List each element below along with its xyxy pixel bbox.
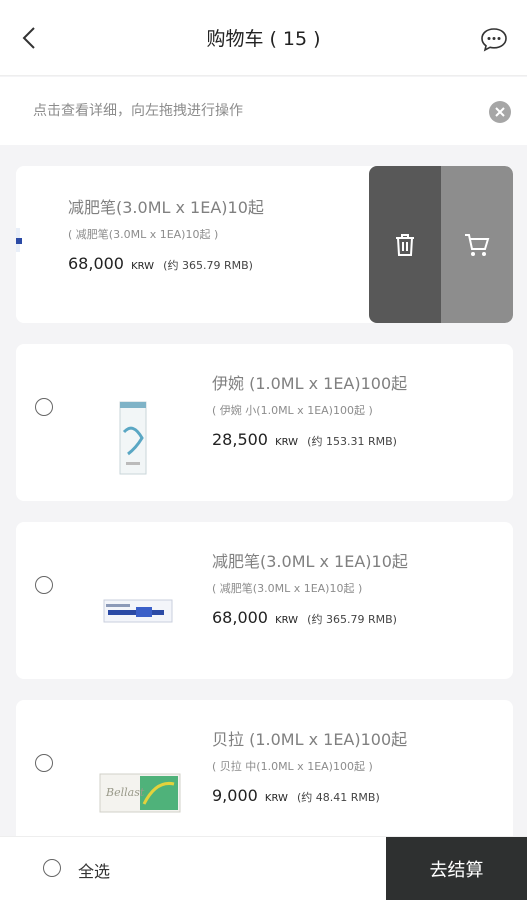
- product-image[interactable]: [78, 540, 188, 658]
- price-amount: 28,500: [212, 430, 268, 449]
- price-currency: KRW: [264, 793, 288, 804]
- footer-bar: 全选 去结算: [0, 836, 527, 900]
- product-name: 贝拉 (1.0ML x 1EA)100起: [212, 730, 408, 749]
- price-rmb: (约 48.41 RMB): [297, 791, 380, 804]
- close-icon[interactable]: [489, 101, 511, 123]
- add-to-cart-button[interactable]: [441, 166, 513, 323]
- delete-button[interactable]: [369, 166, 441, 323]
- price-amount: 9,000: [212, 786, 258, 805]
- product-image[interactable]: [78, 362, 188, 480]
- price-rmb: (约 153.31 RMB): [307, 435, 397, 448]
- price-rmb: (约 365.79 RMB): [163, 259, 253, 272]
- product-option: ( 减肥笔(3.0ML x 1EA)10起 ): [212, 582, 363, 595]
- price-currency: KRW: [131, 261, 155, 272]
- price-amount: 68,000: [212, 608, 268, 627]
- chat-icon[interactable]: [479, 24, 509, 54]
- item-select-radio[interactable]: [35, 754, 53, 772]
- trash-icon: [396, 233, 414, 256]
- header-bar: 购物车 ( 15 ): [0, 0, 527, 76]
- swipe-actions: [369, 166, 513, 323]
- item-select-radio[interactable]: [35, 576, 53, 594]
- cart-item[interactable]: 减肥笔(3.0ML x 1EA)10起 ( 减肥笔(3.0ML x 1EA)10…: [16, 166, 513, 323]
- item-select-radio[interactable]: [35, 398, 53, 416]
- product-image[interactable]: [16, 226, 24, 254]
- product-option: ( 贝拉 中(1.0ML x 1EA)100起 ): [212, 760, 373, 773]
- price-currency: KRW: [275, 615, 299, 626]
- product-price: 9,000 KRW (约 48.41 RMB): [212, 786, 407, 805]
- price-rmb: (约 365.79 RMB): [307, 613, 397, 626]
- product-name: 减肥笔(3.0ML x 1EA)10起: [212, 552, 408, 571]
- select-all-radio[interactable]: [43, 859, 61, 877]
- hint-bar: 点击查看详细，向左拖拽进行操作: [0, 77, 527, 145]
- product-name: 伊婉 (1.0ML x 1EA)100起: [212, 374, 408, 393]
- cart-icon: [465, 233, 490, 256]
- cart-item[interactable]: 减肥笔(3.0ML x 1EA)10起 ( 减肥笔(3.0ML x 1EA)10…: [16, 522, 513, 679]
- product-option: ( 减肥笔(3.0ML x 1EA)10起 ): [68, 228, 219, 241]
- price-amount: 68,000: [68, 254, 124, 273]
- cart-item[interactable]: 伊婉 (1.0ML x 1EA)100起 ( 伊婉 小(1.0ML x 1EA)…: [16, 344, 513, 501]
- product-option: ( 伊婉 小(1.0ML x 1EA)100起 ): [212, 404, 373, 417]
- page-title: 购物车 ( 15 ): [206, 28, 321, 50]
- product-price: 28,500 KRW (约 153.31 RMB): [212, 430, 407, 449]
- cart-item[interactable]: Bellast 贝拉 (1.0ML x 1EA)100起 ( 贝拉 中(1.0M…: [16, 700, 513, 857]
- svg-text:Bellast: Bellast: [105, 786, 145, 799]
- product-price: 68,000 KRW (约 365.79 RMB): [212, 608, 408, 627]
- price-currency: KRW: [275, 437, 299, 448]
- product-image[interactable]: Bellast: [78, 718, 188, 836]
- product-name: 减肥笔(3.0ML x 1EA)10起: [68, 198, 264, 217]
- product-price: 68,000 KRW (约 365.79 RMB): [68, 254, 264, 273]
- checkout-button[interactable]: 去结算: [386, 837, 527, 900]
- hint-text: 点击查看详细，向左拖拽进行操作: [33, 103, 243, 119]
- select-all-label[interactable]: 全选: [78, 858, 110, 882]
